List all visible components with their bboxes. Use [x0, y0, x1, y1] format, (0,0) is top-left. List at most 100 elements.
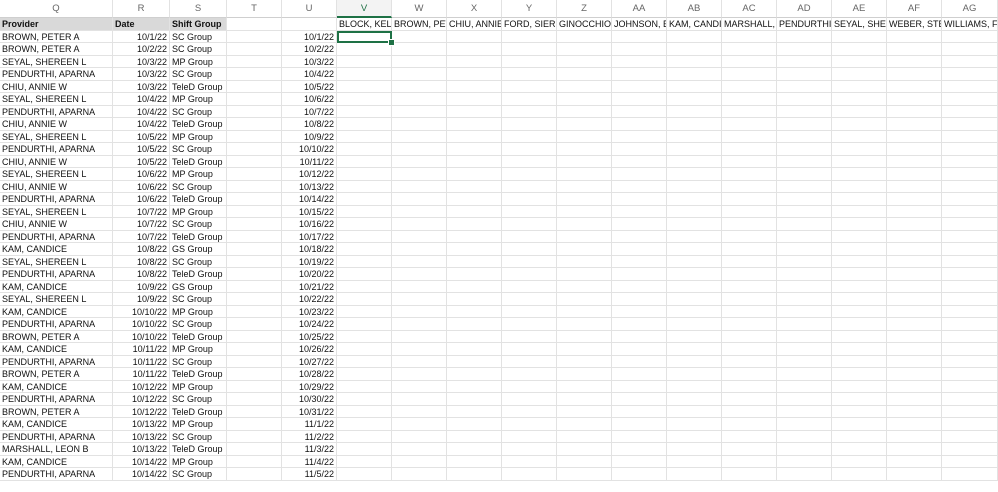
- calendar-date-cell[interactable]: 11/1/22: [282, 418, 337, 431]
- cell[interactable]: [337, 180, 392, 193]
- cell[interactable]: [722, 130, 777, 143]
- cell[interactable]: [502, 455, 557, 468]
- cell[interactable]: [227, 105, 282, 118]
- calendar-date-cell[interactable]: 11/4/22: [282, 455, 337, 468]
- shift-group-cell[interactable]: MP Group: [170, 455, 227, 468]
- cell[interactable]: [227, 243, 282, 256]
- cell[interactable]: [612, 55, 667, 68]
- cell[interactable]: [887, 30, 942, 43]
- cell[interactable]: [557, 268, 612, 281]
- cell[interactable]: [777, 143, 832, 156]
- cell[interactable]: [777, 105, 832, 118]
- cell[interactable]: [227, 455, 282, 468]
- cell[interactable]: [337, 205, 392, 218]
- calendar-date-cell[interactable]: 10/24/22: [282, 318, 337, 331]
- provider-cell[interactable]: BROWN, PETER A: [0, 30, 113, 43]
- cell[interactable]: [502, 230, 557, 243]
- cell[interactable]: [502, 430, 557, 443]
- cell[interactable]: [557, 405, 612, 418]
- shift-group-cell[interactable]: SC Group: [170, 468, 227, 481]
- cell[interactable]: [557, 468, 612, 481]
- cell[interactable]: [337, 355, 392, 368]
- cell[interactable]: [777, 330, 832, 343]
- calendar-date-cell[interactable]: 10/14/22: [282, 193, 337, 206]
- calendar-date-cell[interactable]: 10/30/22: [282, 393, 337, 406]
- cell[interactable]: [392, 205, 447, 218]
- cell[interactable]: [942, 430, 998, 443]
- cell[interactable]: [942, 255, 998, 268]
- cell[interactable]: [227, 68, 282, 81]
- cell[interactable]: [392, 368, 447, 381]
- cell[interactable]: [612, 43, 667, 56]
- cell[interactable]: [502, 218, 557, 231]
- shift-group-cell[interactable]: MP Group: [170, 380, 227, 393]
- cell[interactable]: [832, 130, 887, 143]
- cell[interactable]: [667, 330, 722, 343]
- calendar-date-cell[interactable]: 10/17/22: [282, 230, 337, 243]
- date-cell[interactable]: 10/3/22: [113, 80, 170, 93]
- cell[interactable]: [832, 55, 887, 68]
- cell[interactable]: [227, 55, 282, 68]
- cell[interactable]: [392, 93, 447, 106]
- cell[interactable]: [777, 118, 832, 131]
- cell[interactable]: [612, 155, 667, 168]
- column-header-q[interactable]: Q: [0, 0, 113, 18]
- cell[interactable]: [227, 430, 282, 443]
- cell[interactable]: [502, 80, 557, 93]
- cell[interactable]: [667, 80, 722, 93]
- cell[interactable]: [612, 105, 667, 118]
- cell[interactable]: [942, 168, 998, 181]
- cell[interactable]: [502, 155, 557, 168]
- cell[interactable]: [227, 168, 282, 181]
- shift-group-cell[interactable]: SC Group: [170, 255, 227, 268]
- provider-cell[interactable]: PENDURTHI, APARNA: [0, 105, 113, 118]
- cell[interactable]: [832, 30, 887, 43]
- cell[interactable]: [942, 393, 998, 406]
- cell[interactable]: [667, 68, 722, 81]
- cell[interactable]: [557, 380, 612, 393]
- cell[interactable]: [447, 118, 502, 131]
- cell[interactable]: [392, 143, 447, 156]
- date-cell[interactable]: 10/3/22: [113, 68, 170, 81]
- cell[interactable]: [392, 68, 447, 81]
- cell[interactable]: [392, 243, 447, 256]
- cell[interactable]: [942, 305, 998, 318]
- cell[interactable]: [777, 268, 832, 281]
- cell[interactable]: [722, 55, 777, 68]
- cell[interactable]: [227, 80, 282, 93]
- cell[interactable]: [612, 255, 667, 268]
- cell[interactable]: [777, 280, 832, 293]
- cell[interactable]: [447, 243, 502, 256]
- cell[interactable]: [667, 293, 722, 306]
- cell[interactable]: [832, 155, 887, 168]
- cell[interactable]: [337, 268, 392, 281]
- header-provider-column[interactable]: BLOCK, KELLY: [337, 18, 392, 31]
- cell[interactable]: [557, 168, 612, 181]
- cell[interactable]: [667, 368, 722, 381]
- shift-group-cell[interactable]: TeleD Group: [170, 330, 227, 343]
- cell[interactable]: [777, 130, 832, 143]
- cell[interactable]: [942, 118, 998, 131]
- fill-handle[interactable]: [388, 39, 395, 46]
- calendar-date-cell[interactable]: 10/5/22: [282, 80, 337, 93]
- cell[interactable]: [832, 343, 887, 356]
- cell[interactable]: [832, 80, 887, 93]
- header-provider-column[interactable]: WILLIAMS, F: [942, 18, 998, 31]
- shift-group-cell[interactable]: SC Group: [170, 143, 227, 156]
- cell[interactable]: [667, 355, 722, 368]
- cell[interactable]: [337, 443, 392, 456]
- cell[interactable]: [392, 405, 447, 418]
- cell[interactable]: [227, 193, 282, 206]
- cell[interactable]: [942, 218, 998, 231]
- cell[interactable]: [887, 105, 942, 118]
- shift-group-cell[interactable]: MP Group: [170, 343, 227, 356]
- cell[interactable]: [502, 468, 557, 481]
- cell[interactable]: [392, 43, 447, 56]
- calendar-date-cell[interactable]: 10/9/22: [282, 130, 337, 143]
- cell[interactable]: [777, 155, 832, 168]
- cell[interactable]: [832, 205, 887, 218]
- cell[interactable]: [502, 130, 557, 143]
- header-provider-column[interactable]: WEBER, STEVE: [887, 18, 942, 31]
- date-cell[interactable]: 10/4/22: [113, 118, 170, 131]
- cell[interactable]: [777, 468, 832, 481]
